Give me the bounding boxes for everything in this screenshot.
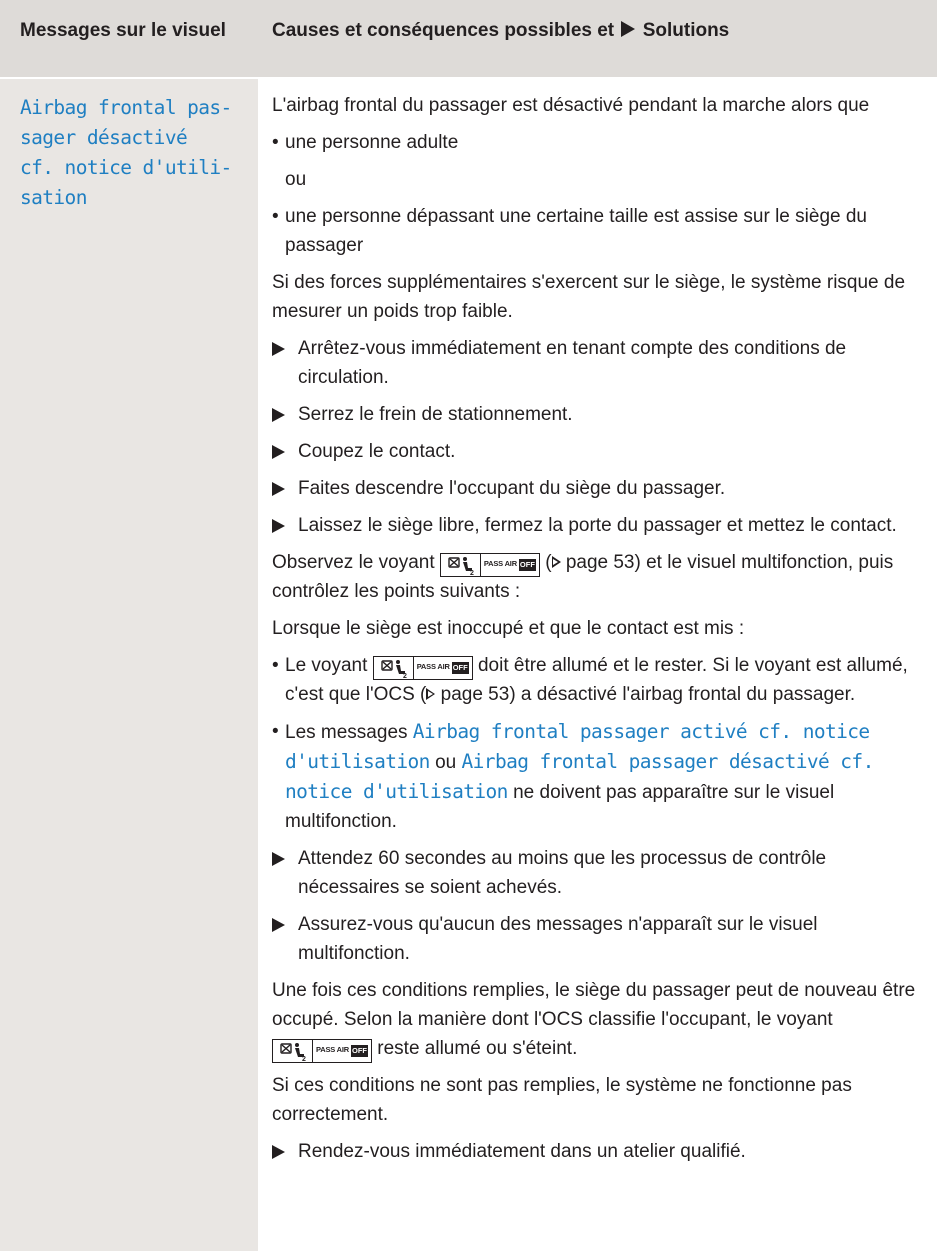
manual-page: Messages sur le visuel Causes et conséqu…	[0, 0, 937, 1251]
step-item: Laissez le siège libre, fermez la porte …	[272, 511, 927, 540]
pass-air-bag-off-indicator: 2 PASS AIR BAG OFF	[372, 656, 473, 680]
svg-text:2: 2	[302, 1056, 306, 1062]
intro-text: L'airbag frontal du passager est désacti…	[272, 95, 870, 116]
check2-text-a: Les messages	[285, 722, 408, 743]
display-message-line: sager désactivé	[20, 126, 188, 149]
bullet-dot: •	[272, 721, 279, 742]
header-messages: Messages sur le visuel	[20, 20, 226, 41]
header-solutions-text: Solutions	[642, 20, 730, 41]
check1-text-a: Le voyant	[285, 655, 368, 676]
check2-or: ou	[435, 752, 457, 773]
check1-text-c: ) a désactivé l'airbag frontal du passag…	[509, 684, 856, 705]
step-text: Coupez le contact.	[298, 441, 456, 462]
bullet-text: une personne adulte	[285, 132, 459, 153]
off-badge: OFF	[451, 662, 469, 674]
observe-text-a: Observez le voyant	[272, 552, 435, 573]
bullet-item: • Le voyant 2 PASS AIR BAG OFF doit être al…	[272, 651, 927, 709]
svg-text:2: 2	[403, 673, 407, 679]
step-item: Faites descendre l'occupant du siège du …	[272, 474, 927, 503]
bullet-dot: •	[272, 132, 279, 153]
not-fulfilled-text: Si ces conditions ne sont pas remplies, …	[272, 1075, 852, 1125]
step-triangle-icon	[272, 342, 285, 356]
step-item: Attendez 60 secondes au moins que les pr…	[272, 844, 927, 902]
seat-occupant-airbag-off-icon: 2	[439, 553, 480, 577]
step-triangle-icon	[272, 918, 285, 932]
display-message: Airbag frontal pas- sager désactivé cf. …	[20, 93, 252, 213]
step-text: Arrêtez-vous immédiatement en tenant com…	[298, 338, 847, 388]
step-text: Assurez-vous qu'aucun des messages n'app…	[298, 914, 818, 964]
step-triangle-icon	[272, 408, 285, 422]
step-triangle-icon	[272, 519, 285, 533]
step-triangle-icon	[272, 852, 285, 866]
bullet-dot: •	[272, 206, 279, 227]
step-triangle-icon	[272, 482, 285, 496]
display-message-line: sation	[20, 186, 87, 209]
step-text: Laissez le siège libre, fermez la porte …	[298, 515, 897, 536]
step-item: Coupez le contact.	[272, 437, 927, 466]
step-triangle-icon	[272, 1145, 285, 1159]
page-reference[interactable]: page 53	[566, 552, 635, 573]
bullet-item: • une personne adulte	[272, 128, 927, 157]
pass-air-bag-label-box: PASS AIR BAG OFF	[479, 553, 540, 577]
step-text: Attendez 60 secondes au moins que les pr…	[298, 848, 827, 898]
header-causes-text: Causes et conséquences possibles et	[272, 20, 615, 41]
fulfilled-text-b: reste allumé ou s'éteint.	[377, 1038, 578, 1059]
bullet-text: une personne dépassant une certaine tail…	[285, 206, 867, 256]
step-item: Rendez-vous immédiatement dans un atelie…	[272, 1137, 927, 1166]
bullet-item: • Les messages Airbag frontal passager ac…	[272, 717, 927, 836]
seat-occupant-airbag-off-icon: 2	[372, 656, 413, 680]
when-empty-text: Lorsque le siège est inoccupé et que le …	[272, 618, 745, 639]
svg-text:2: 2	[470, 570, 474, 576]
step-text: Rendez-vous immédiatement dans un atelie…	[298, 1141, 746, 1162]
bullet-dot: •	[272, 655, 279, 676]
step-text: Serrez le frein de stationnement.	[298, 404, 573, 425]
off-badge: OFF	[351, 1045, 368, 1057]
display-message-line: cf. notice d'utili-	[20, 156, 232, 179]
fulfilled-text-a: Une fois ces conditions remplies, le siè…	[272, 980, 916, 1030]
step-text: Faites descendre l'occupant du siège du …	[298, 478, 726, 499]
step-item: Arrêtez-vous immédiatement en tenant com…	[272, 334, 927, 392]
fulfilled-text: Une fois ces conditions remplies, le siè…	[272, 976, 927, 1063]
triangle-icon	[621, 21, 636, 37]
step-triangle-icon	[272, 445, 285, 459]
or-text: ou	[285, 169, 307, 190]
bullet-item: • une personne dépassant une certaine tai…	[272, 202, 927, 260]
header-causes: Causes et conséquences possibles et Solu…	[272, 17, 922, 45]
page-reference-icon	[426, 688, 436, 700]
display-message-line: Airbag frontal pas-	[20, 96, 232, 119]
page-reference[interactable]: page 53	[441, 684, 510, 705]
off-badge: OFF	[518, 559, 536, 571]
solutions-column: L'airbag frontal du passager est désacti…	[272, 91, 927, 1174]
forces-text: Si des forces supplémentaires s'exercent…	[272, 272, 906, 322]
pass-air-bag-off-indicator: 2 PASS AIR BAG OFF	[272, 1039, 372, 1063]
message-column: Airbag frontal pas- sager désactivé cf. …	[0, 79, 258, 1251]
step-item: Assurez-vous qu'aucun des messages n'app…	[272, 910, 927, 968]
observe-text: Observez le voyant 2 PASS AIR BAG OFF ( pa…	[272, 552, 894, 602]
pass-air-bag-off-indicator: 2 PASS AIR BAG OFF	[439, 553, 540, 577]
seat-occupant-airbag-off-icon: 2	[272, 1039, 312, 1063]
table-header: Messages sur le visuel Causes et conséqu…	[0, 0, 937, 78]
pass-air-bag-label-box: PASS AIR BAG OFF	[312, 1039, 372, 1063]
step-item: Serrez le frein de stationnement.	[272, 400, 927, 429]
pass-air-bag-label-box: PASS AIR BAG OFF	[412, 656, 473, 680]
page-reference-icon	[551, 556, 561, 568]
